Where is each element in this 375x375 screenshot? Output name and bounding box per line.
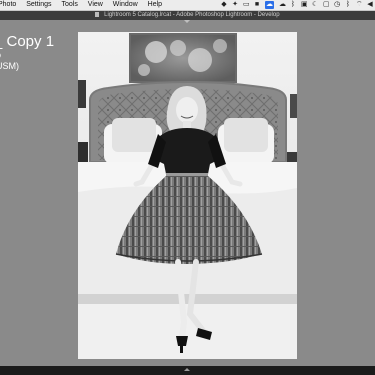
wifi-icon[interactable]: ⌔: [356, 1, 363, 8]
square-icon[interactable]: ■: [254, 1, 260, 8]
cloud-icon[interactable]: ☁: [265, 1, 274, 9]
clock-icon[interactable]: ◷: [334, 1, 340, 8]
menu-bar: Photo Settings Tools View Window Help ◆ …: [0, 0, 375, 11]
menu-window[interactable]: Window: [109, 0, 142, 10]
box-icon[interactable]: ▢: [323, 1, 330, 8]
cloud-icon[interactable]: ☁: [279, 1, 286, 8]
bluetooth-icon[interactable]: ᛒ: [290, 1, 296, 8]
moon-icon[interactable]: ☾: [312, 1, 318, 8]
menu-tools[interactable]: Tools: [58, 0, 82, 10]
photo-info-line: USM): [0, 61, 19, 71]
monitor-icon[interactable]: ▭: [243, 1, 250, 8]
top-panel-toggle[interactable]: [184, 20, 190, 23]
shield-icon[interactable]: ◆: [221, 1, 227, 8]
status-icons: ◆ ✦ ▭ ■ ☁ ☁ ᛒ ▣ ☾ ▢ ◷ ᛒ ⌔ ◀: [221, 0, 373, 10]
menu-view[interactable]: View: [84, 0, 107, 10]
photo-filename: _ Copy 1: [0, 33, 55, 50]
window-title-bar: Lightroom 5 Catalog.lrcat - Adobe Photos…: [0, 11, 375, 20]
bottom-panel-toggle[interactable]: [184, 368, 190, 371]
main-photo[interactable]: [78, 32, 297, 359]
photo-info-line: o: [0, 50, 54, 61]
bluetooth-icon[interactable]: ᛒ: [345, 1, 351, 8]
star-icon[interactable]: ✦: [232, 1, 238, 8]
window-title: Lightroom 5 Catalog.lrcat - Adobe Photos…: [104, 12, 280, 18]
display-icon[interactable]: ▣: [301, 1, 308, 8]
photo-canvas: [78, 32, 297, 359]
menu-photo[interactable]: Photo: [0, 0, 20, 10]
menu-settings[interactable]: Settings: [22, 0, 55, 10]
loupe-info-overlay: _ Copy 1 o USM): [0, 34, 54, 72]
menu-items: Photo Settings Tools View Window Help: [0, 0, 166, 10]
document-icon: [95, 12, 100, 17]
volume-icon[interactable]: ◀: [367, 1, 373, 8]
menu-help[interactable]: Help: [144, 0, 166, 10]
